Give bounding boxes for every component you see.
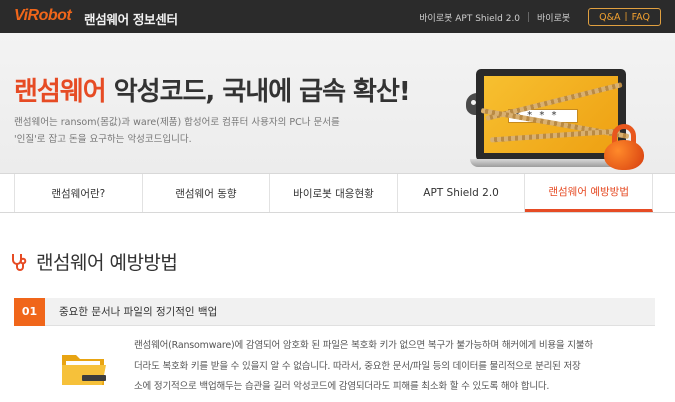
item-body-line: 랜섬웨어(Ransomware)에 감염되어 암호화 된 파일은 복호화 키가 … (134, 340, 593, 351)
locked-laptop-illustration: * * * * (470, 69, 644, 170)
section-header: 랜섬웨어 예방방법 (10, 248, 178, 275)
stethoscope-icon (12, 253, 27, 271)
tab-apt-shield[interactable]: APT Shield 2.0 (398, 174, 526, 212)
apt-shield-link[interactable]: 바이로봇 APT Shield 2.0 (411, 11, 528, 24)
item-title: 중요한 문서나 파일의 정기적인 백업 (59, 306, 218, 318)
item-description: 랜섬웨어(Ransomware)에 감염되어 암호화 된 파일은 복호화 키가 … (134, 336, 656, 398)
item-number: 01 (14, 297, 45, 326)
padlock-icon (604, 124, 644, 170)
virobot-link[interactable]: 바이로봇 (529, 11, 578, 24)
top-links: 바이로봇 APT Shield 2.0 바이로봇 Q&A | FAQ (411, 8, 661, 26)
tab-what-is-ransomware[interactable]: 랜섬웨어란? (14, 174, 143, 212)
tab-nav: 랜섬웨어란? 랜섬웨어 동향 바이로봇 대응현황 APT Shield 2.0 … (0, 173, 675, 213)
top-bar: ViRobot 랜섬웨어 정보센터 바이로봇 APT Shield 2.0 바이… (0, 0, 675, 33)
hero-title-accent: 랜섬웨어 (14, 77, 107, 107)
hero-description: 랜섬웨어는 ransom(몸값)과 ware(제품) 합성어로 컴퓨터 사용자의… (14, 114, 374, 148)
item-body-line: 소에 정기적으로 백업해두는 습관을 길러 악성코드에 감염되더라도 피해를 최… (134, 381, 550, 392)
tab-ransomware-trends[interactable]: 랜섬웨어 동향 (143, 174, 271, 212)
hero-banner: 랜섬웨어 악성코드, 국내에 급속 확산! 랜섬웨어는 ransom(몸값)과 … (0, 33, 675, 173)
faq-link[interactable]: FAQ (628, 12, 654, 23)
tab-virobot-response[interactable]: 바이로봇 대응현황 (270, 174, 398, 212)
qa-link[interactable]: Q&A (595, 12, 624, 23)
hero-title-rest: 악성코드, 국내에 급속 확산! (105, 77, 411, 107)
hero-desc-line: 랜섬웨어는 ransom(몸값)과 ware(제품) 합성어로 컴퓨터 사용자의… (14, 117, 340, 128)
support-links: Q&A | FAQ (588, 8, 661, 26)
hero-title: 랜섬웨어 악성코드, 국내에 급속 확산! (14, 71, 411, 108)
section-title: 랜섬웨어 예방방법 (36, 252, 178, 274)
item-body-line: 더라도 복호화 키를 받을 수 있을지 알 수 없습니다. 따라서, 중요한 문… (134, 360, 581, 372)
folder-icon (62, 355, 106, 385)
hero-desc-line: '인질'로 잡고 돈을 요구하는 악성코드입니다. (14, 134, 192, 145)
logo[interactable]: ViRobot (14, 7, 72, 25)
prevention-item-header: 01 중요한 문서나 파일의 정기적인 백업 (14, 297, 655, 326)
tab-prevention[interactable]: 랜섬웨어 예방방법 (525, 174, 653, 212)
site-title[interactable]: 랜섬웨어 정보센터 (84, 9, 178, 28)
